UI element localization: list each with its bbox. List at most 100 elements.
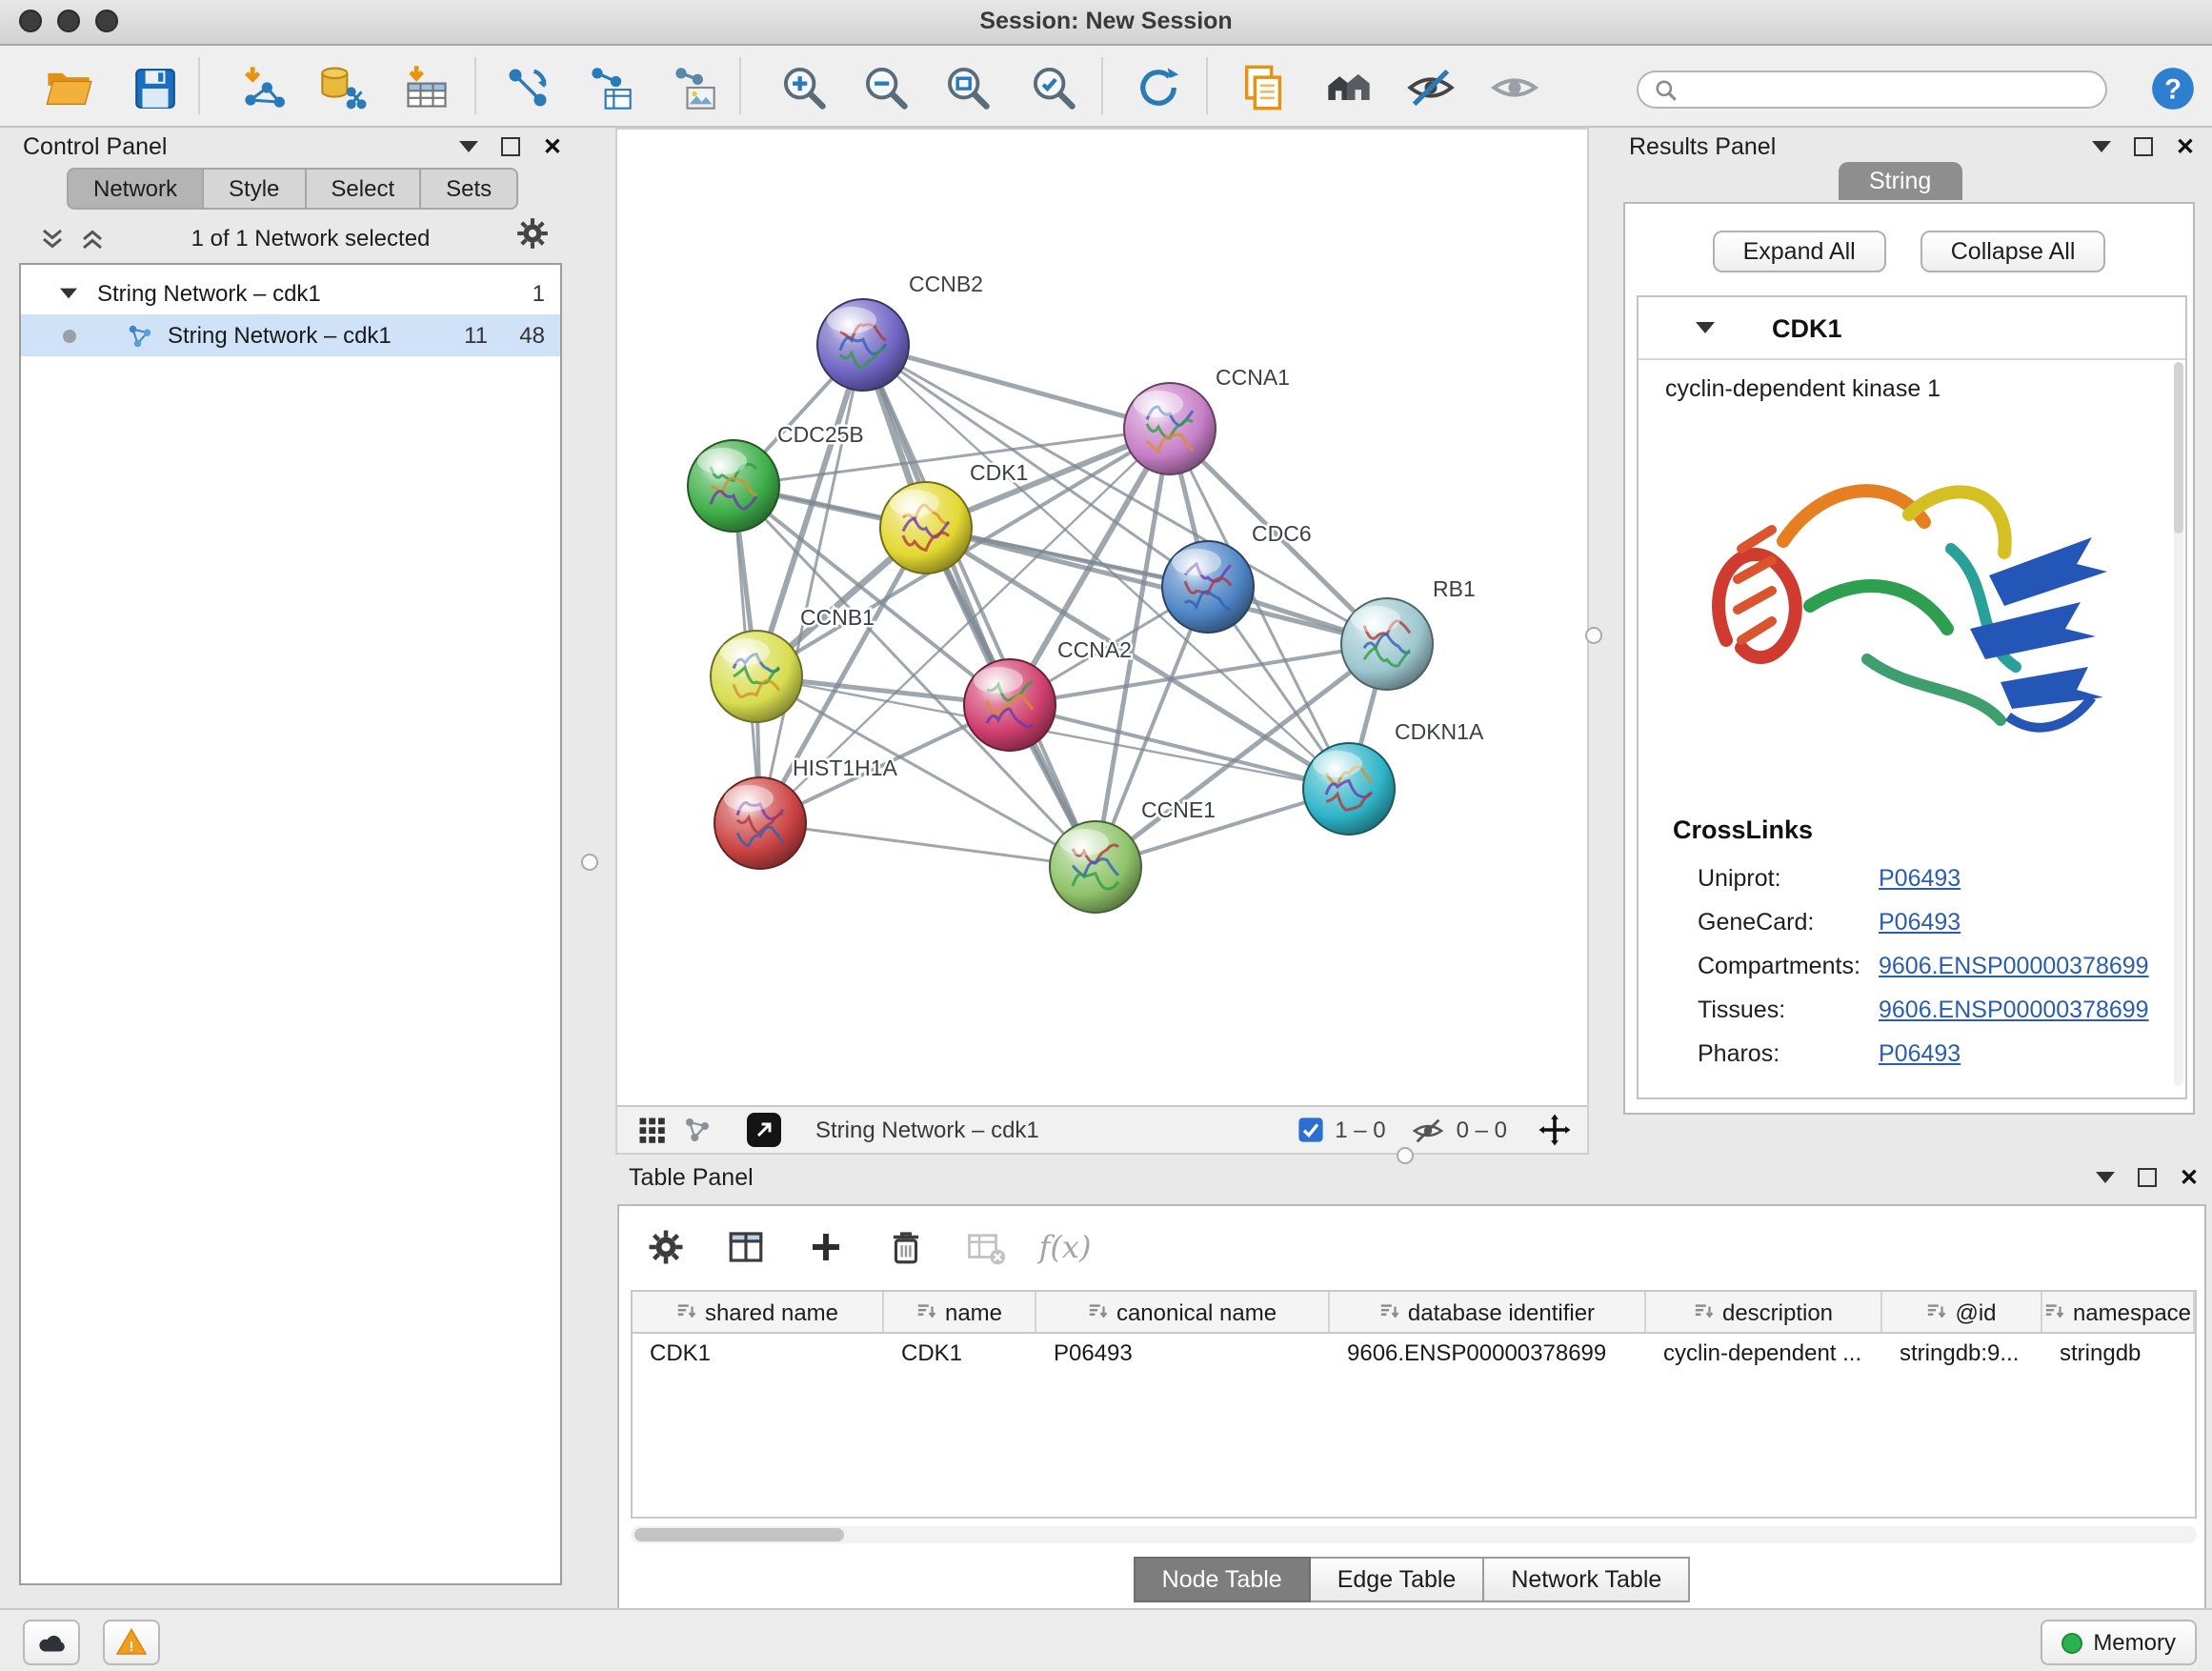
- table-options-gear-icon[interactable]: [638, 1219, 692, 1273]
- column-header[interactable]: name: [884, 1292, 1036, 1332]
- network-edge[interactable]: [926, 528, 1387, 644]
- float-panel-icon[interactable]: [501, 137, 520, 156]
- column-header[interactable]: @id: [1882, 1292, 2042, 1332]
- network-collection-row[interactable]: String Network – cdk1 1: [21, 272, 560, 314]
- cloud-status-button[interactable]: [23, 1620, 80, 1665]
- expand-all-icon[interactable]: [78, 224, 107, 252]
- new-network-icon[interactable]: [499, 59, 556, 116]
- tab-select[interactable]: Select: [306, 168, 421, 210]
- crosslink-row: GeneCard: P06493: [1698, 909, 2155, 936]
- float-panel-icon[interactable]: [2138, 1168, 2157, 1187]
- memory-label: Memory: [2093, 1629, 2176, 1656]
- tab-sets[interactable]: Sets: [421, 168, 518, 210]
- import-table-icon[interactable]: [398, 59, 455, 116]
- show-eye-icon[interactable]: [1486, 59, 1543, 116]
- warnings-button[interactable]: !: [103, 1620, 160, 1665]
- float-panel-icon[interactable]: [2134, 137, 2153, 156]
- collapse-all-icon[interactable]: [38, 224, 67, 252]
- grid-view-icon[interactable]: [629, 1111, 674, 1149]
- node-label-CCNA2: CCNA2: [1057, 637, 1132, 662]
- memory-button[interactable]: Memory: [2040, 1620, 2197, 1665]
- network-edge[interactable]: [760, 823, 1096, 867]
- network-canvas[interactable]: CCNB2CCNA1CDC25BCDK1CDC6RB1CCNB1CCNA2CDK…: [617, 130, 1587, 1105]
- copy-documents-icon[interactable]: [1235, 59, 1292, 116]
- protein-name: CDK1: [1772, 313, 1842, 342]
- crosslink-link[interactable]: 9606.ENSP00000378699: [1879, 997, 2149, 1023]
- help-icon[interactable]: ?: [2143, 59, 2201, 116]
- save-session-icon[interactable]: [126, 59, 183, 116]
- control-panel-title: Control Panel: [23, 133, 168, 160]
- crosslink-label: Compartments:: [1698, 953, 1860, 979]
- node-gloss: [827, 307, 876, 333]
- import-network-database-icon[interactable]: [314, 59, 372, 116]
- cell-shared-name[interactable]: CDK1: [633, 1334, 884, 1370]
- cell-description[interactable]: cyclin-dependent ...: [1646, 1334, 1882, 1370]
- panel-menu-icon[interactable]: [2096, 1172, 2115, 1183]
- tab-network-table[interactable]: Network Table: [1484, 1557, 1690, 1602]
- tab-edge-table[interactable]: Edge Table: [1311, 1557, 1485, 1602]
- column-header[interactable]: description: [1646, 1292, 1882, 1332]
- birdseye-toggle-icon[interactable]: [747, 1113, 781, 1147]
- tab-style[interactable]: Style: [204, 168, 306, 210]
- hide-eye-slash-icon[interactable]: [1402, 59, 1459, 116]
- network-edge[interactable]: [863, 345, 1096, 867]
- network-view[interactable]: CCNB2CCNA1CDC25BCDK1CDC6RB1CCNB1CCNA2CDK…: [615, 128, 1589, 1155]
- close-panel-icon[interactable]: ✕: [543, 137, 562, 156]
- home-views-icon[interactable]: [1320, 59, 1377, 116]
- show-columns-icon[interactable]: [718, 1219, 772, 1273]
- table-horizontal-scrollbar[interactable]: [631, 1526, 2197, 1543]
- zoom-out-icon[interactable]: [857, 59, 915, 116]
- open-session-icon[interactable]: [40, 59, 97, 116]
- splitter-handle[interactable]: [1585, 627, 1602, 644]
- hidden-eye-slash-icon[interactable]: [1413, 1114, 1445, 1146]
- close-panel-icon[interactable]: ✕: [2180, 1168, 2199, 1187]
- fit-crosshair-icon[interactable]: [1538, 1113, 1572, 1147]
- column-header[interactable]: canonical name: [1036, 1292, 1330, 1332]
- close-panel-icon[interactable]: ✕: [2176, 137, 2195, 156]
- results-scrollbar[interactable]: [2174, 362, 2183, 1086]
- network-row-selected[interactable]: String Network – cdk1 11 48: [21, 314, 560, 356]
- network-edge[interactable]: [760, 345, 863, 823]
- network-image-export-icon[interactable]: [665, 59, 722, 116]
- crosslink-link[interactable]: P06493: [1879, 865, 1961, 892]
- sort-icon: [1379, 1301, 1400, 1322]
- crosslink-link[interactable]: 9606.ENSP00000378699: [1879, 953, 2149, 979]
- cell-database-identifier[interactable]: 9606.ENSP00000378699: [1330, 1334, 1646, 1370]
- cell-namespace[interactable]: stringdb: [2042, 1334, 2195, 1370]
- search-input[interactable]: [1688, 74, 2090, 105]
- delete-table-icon-disabled[interactable]: [958, 1219, 1012, 1273]
- function-builder-icon[interactable]: f(x): [1038, 1219, 1092, 1273]
- cell-canonical-name[interactable]: P06493: [1036, 1334, 1330, 1370]
- column-header[interactable]: namespace: [2042, 1292, 2195, 1332]
- network-selection-status: 1 of 1 Network selected: [107, 225, 514, 252]
- tab-string[interactable]: String: [1839, 162, 1961, 200]
- network-overview-icon[interactable]: [674, 1111, 720, 1149]
- expand-all-button[interactable]: Expand All: [1713, 231, 1886, 272]
- panel-menu-icon[interactable]: [459, 141, 478, 152]
- table-row[interactable]: CDK1 CDK1 P06493 9606.ENSP00000378699 cy…: [633, 1334, 2195, 1370]
- network-from-table-icon[interactable]: [581, 59, 638, 116]
- selected-checkbox-icon[interactable]: [1297, 1117, 1323, 1143]
- add-column-icon[interactable]: [798, 1219, 852, 1273]
- column-header[interactable]: shared name: [633, 1292, 884, 1332]
- zoom-fit-icon[interactable]: [939, 59, 996, 116]
- delete-column-icon[interactable]: [878, 1219, 932, 1273]
- import-network-file-icon[interactable]: [234, 59, 292, 116]
- splitter-handle[interactable]: [1397, 1147, 1414, 1164]
- network-options-gear-icon[interactable]: [514, 215, 551, 261]
- column-header[interactable]: database identifier: [1330, 1292, 1646, 1332]
- splitter-handle[interactable]: [581, 854, 598, 871]
- collection-disclosure-icon[interactable]: [60, 289, 77, 299]
- refresh-icon[interactable]: [1130, 59, 1187, 116]
- cell-id[interactable]: stringdb:9...: [1882, 1334, 2042, 1370]
- protein-disclosure-icon[interactable]: [1696, 322, 1715, 333]
- crosslink-link[interactable]: P06493: [1879, 909, 1961, 936]
- cell-name[interactable]: CDK1: [884, 1334, 1036, 1370]
- crosslink-link[interactable]: P06493: [1879, 1040, 1961, 1067]
- zoom-in-icon[interactable]: [775, 59, 833, 116]
- collapse-all-button[interactable]: Collapse All: [1920, 231, 2106, 272]
- zoom-selected-icon[interactable]: [1025, 59, 1082, 116]
- panel-menu-icon[interactable]: [2092, 141, 2111, 152]
- tab-node-table[interactable]: Node Table: [1134, 1557, 1311, 1602]
- tab-network[interactable]: Network: [67, 168, 204, 210]
